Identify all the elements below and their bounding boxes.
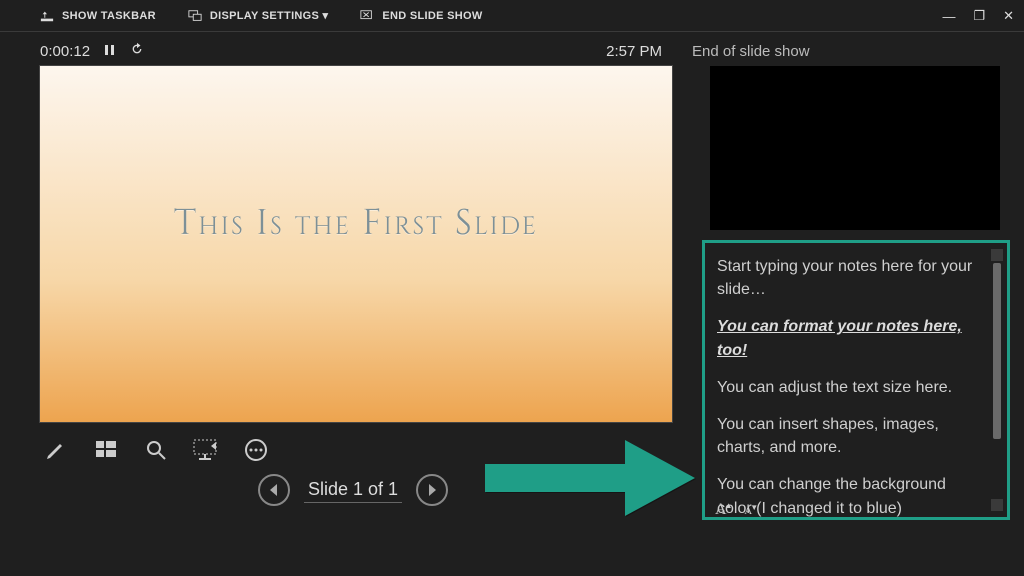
- more-options-button[interactable]: [242, 436, 270, 464]
- display-settings-button[interactable]: DISPLAY SETTINGS ▾: [188, 9, 329, 23]
- pen-tool-button[interactable]: [42, 436, 70, 464]
- see-all-slides-button[interactable]: [92, 436, 120, 464]
- scroll-up-icon[interactable]: [991, 249, 1003, 261]
- more-icon: [244, 438, 268, 462]
- display-settings-icon: [188, 9, 202, 23]
- window-controls: — ❐ ✕: [942, 0, 1014, 32]
- current-time: 2:57 PM: [606, 43, 684, 60]
- notes-line: You can insert shapes, images, charts, a…: [717, 413, 985, 459]
- next-slide-label: End of slide show: [684, 43, 984, 60]
- zoom-button[interactable]: [142, 436, 170, 464]
- end-slideshow-button[interactable]: END SLIDE SHOW: [360, 9, 482, 23]
- close-button[interactable]: ✕: [1003, 8, 1014, 24]
- chevron-right-icon: [427, 484, 437, 496]
- current-slide-preview[interactable]: This Is the First Slide: [40, 66, 672, 422]
- grid-icon: [94, 438, 118, 462]
- elapsed-timer: 0:00:12: [40, 43, 90, 60]
- increase-font-button[interactable]: A▲: [715, 501, 734, 518]
- next-slide-button[interactable]: [416, 474, 448, 506]
- restore-button[interactable]: ❐: [973, 8, 985, 24]
- display-settings-label: DISPLAY SETTINGS ▾: [210, 9, 329, 22]
- blank-screen-icon: [192, 438, 220, 462]
- left-column: This Is the First Slide: [18, 66, 688, 520]
- show-taskbar-label: SHOW TASKBAR: [62, 10, 156, 22]
- notes-font-controls: A▲ A▼: [715, 501, 760, 519]
- next-slide-preview[interactable]: [710, 66, 1000, 230]
- top-toolbar: SHOW TASKBAR DISPLAY SETTINGS ▾ END SLID…: [0, 0, 1024, 32]
- taskbar-icon: [40, 9, 54, 23]
- reset-icon: [130, 42, 144, 56]
- decrease-font-button[interactable]: A▼: [744, 505, 760, 517]
- end-slideshow-label: END SLIDE SHOW: [382, 10, 482, 22]
- notes-content: Start typing your notes here for your sl…: [717, 255, 985, 520]
- prev-slide-button[interactable]: [258, 474, 290, 506]
- notes-pane[interactable]: Start typing your notes here for your sl…: [702, 240, 1010, 520]
- slide-counter[interactable]: Slide 1 of 1: [304, 477, 402, 503]
- slide-title-text: This Is the First Slide: [174, 200, 538, 248]
- minimize-button[interactable]: —: [942, 9, 955, 24]
- pen-icon: [44, 438, 68, 462]
- notes-line: You can adjust the text size here.: [717, 376, 985, 399]
- pause-button[interactable]: [104, 43, 116, 60]
- magnifier-icon: [144, 438, 168, 462]
- reset-timer-button[interactable]: [130, 42, 144, 60]
- end-show-icon: [360, 9, 374, 23]
- notes-line: You can format your notes here, too!: [717, 315, 985, 361]
- presenter-tools: [18, 422, 688, 464]
- scroll-thumb[interactable]: [993, 263, 1001, 439]
- show-taskbar-button[interactable]: SHOW TASKBAR: [40, 9, 156, 23]
- chevron-left-icon: [269, 484, 279, 496]
- pause-icon: [104, 44, 116, 56]
- time-bar: 0:00:12 2:57 PM End of slide show: [0, 32, 1024, 66]
- right-column: Start typing your notes here for your sl…: [706, 66, 1006, 520]
- scroll-down-icon[interactable]: [991, 499, 1003, 511]
- main-area: This Is the First Slide: [0, 66, 1024, 520]
- notes-scrollbar[interactable]: [991, 249, 1003, 511]
- notes-line: Start typing your notes here for your sl…: [717, 255, 985, 301]
- blank-screen-button[interactable]: [192, 436, 220, 464]
- slide-nav: Slide 1 of 1: [18, 464, 688, 506]
